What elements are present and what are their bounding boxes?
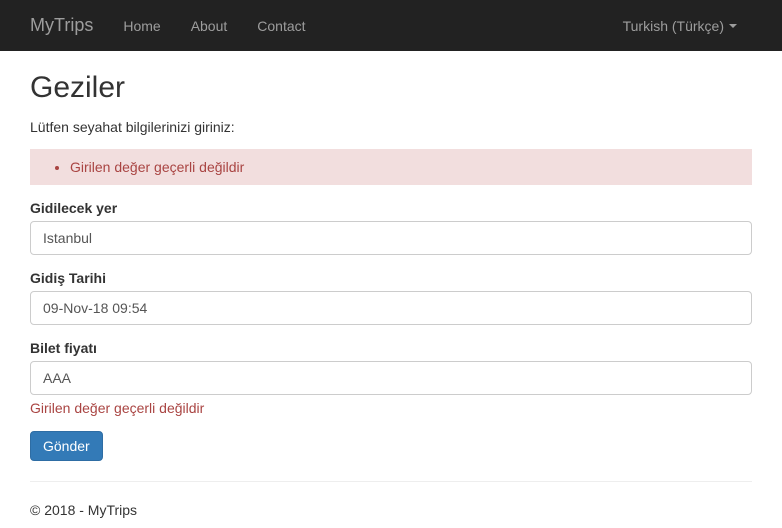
navbar: MyTrips Home About Contact Turkish (Türk… xyxy=(0,0,782,51)
price-input[interactable] xyxy=(30,361,752,395)
destination-label: Gidilecek yer xyxy=(30,200,752,216)
page-title: Geziler xyxy=(30,71,752,105)
footer-text: © 2018 - MyTrips xyxy=(30,502,752,518)
brand-link[interactable]: MyTrips xyxy=(30,0,108,51)
nav-about[interactable]: About xyxy=(176,3,243,49)
submit-button[interactable]: Gönder xyxy=(30,431,103,461)
price-error: Girilen değer geçerli değildir xyxy=(30,400,752,416)
divider xyxy=(30,481,752,482)
nav-contact[interactable]: Contact xyxy=(242,3,320,49)
departure-date-input[interactable] xyxy=(30,291,752,325)
language-label: Turkish (Türkçe) xyxy=(623,18,724,34)
nav-home[interactable]: Home xyxy=(108,3,175,49)
validation-summary: Girilen değer geçerli değildir xyxy=(30,149,752,185)
validation-summary-item: Girilen değer geçerli değildir xyxy=(70,159,737,175)
destination-input[interactable] xyxy=(30,221,752,255)
chevron-down-icon xyxy=(729,24,737,28)
page-intro: Lütfen seyahat bilgilerinizi giriniz: xyxy=(30,119,752,135)
departure-date-label: Gidiş Tarihi xyxy=(30,270,752,286)
price-label: Bilet fiyatı xyxy=(30,340,752,356)
language-dropdown[interactable]: Turkish (Türkçe) xyxy=(608,3,752,49)
